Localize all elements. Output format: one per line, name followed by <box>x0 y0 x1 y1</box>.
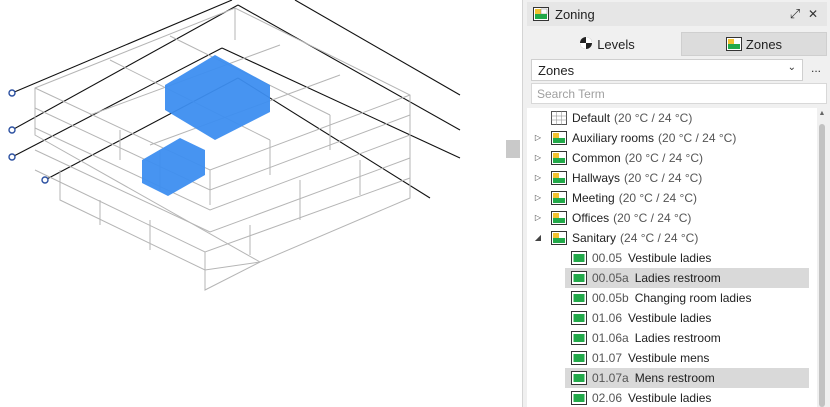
room-name: Ladies restroom <box>634 331 721 345</box>
room-name: Vestibule mens <box>628 351 710 365</box>
tree-group-temperature: (20 °C / 24 °C) <box>624 171 703 185</box>
expand-arrow-icon[interactable]: ▷ <box>533 193 543 203</box>
tree-room-row[interactable]: 00.05b Changing room ladies <box>565 288 809 308</box>
search-input[interactable] <box>531 83 827 104</box>
room-zone-icon <box>571 271 587 285</box>
room-zone-icon <box>571 251 587 265</box>
splitter-handle[interactable] <box>506 140 520 158</box>
tree-group-label: Common <box>572 151 621 165</box>
tree-group-row[interactable]: ▷ Offices (20 °C / 24 °C) <box>527 208 817 228</box>
chevron-down-icon: ⌄ <box>787 62 796 73</box>
default-zone-icon <box>551 111 567 125</box>
tree-group-label: Hallways <box>572 171 621 185</box>
levels-icon <box>579 36 593 53</box>
panel-splitter[interactable] <box>505 0 522 407</box>
tree-group-label: Meeting <box>572 191 615 205</box>
tree-group-row[interactable]: ▷ Meeting (20 °C / 24 °C) <box>527 188 817 208</box>
zones-dropdown[interactable]: Zones ⌄ <box>531 59 803 81</box>
tree-group-temperature: (20 °C / 24 °C) <box>614 111 693 125</box>
tab-levels-label: Levels <box>597 36 635 52</box>
building-model-drawing[interactable] <box>0 0 505 407</box>
scrollbar-thumb[interactable] <box>819 124 825 407</box>
tree-room-row[interactable]: 01.06a Ladies restroom <box>565 328 809 348</box>
highlighted-zone-upper[interactable] <box>165 55 270 140</box>
tree-group-label: Default <box>572 111 611 125</box>
zones-icon <box>725 37 742 51</box>
tree-group-row[interactable]: Default (20 °C / 24 °C) <box>527 108 817 128</box>
close-icon[interactable]: ✕ <box>805 6 821 22</box>
expand-icon[interactable]: ⤢ <box>787 6 803 22</box>
building-wireframe <box>34 7 411 291</box>
room-number: 01.06a <box>592 331 629 345</box>
zoning-panel: Zoning ⤢ ✕ Levels Zones Zones ⌄ ... Defa… <box>522 0 830 407</box>
highlighted-zone-lower[interactable] <box>142 138 205 196</box>
tree-room-row[interactable]: 01.07 Vestibule mens <box>565 348 809 368</box>
tree-group-temperature: (20 °C / 24 °C) <box>618 191 697 205</box>
room-number: 01.06 <box>592 311 623 325</box>
expand-arrow-icon[interactable]: ▷ <box>533 133 543 143</box>
room-number: 00.05a <box>592 271 629 285</box>
room-zone-icon <box>571 331 587 345</box>
room-zone-icon <box>571 291 587 305</box>
tree-group-temperature: (20 °C / 24 °C) <box>613 211 692 225</box>
tree-room-row[interactable]: 01.06 Vestibule ladies <box>565 308 809 328</box>
room-number: 02.06 <box>592 391 623 405</box>
3d-model-viewport[interactable] <box>0 0 505 407</box>
collapse-arrow-icon[interactable]: ◢ <box>533 233 543 243</box>
zone-group-icon <box>551 171 567 185</box>
zones-dropdown-value: Zones <box>538 62 575 78</box>
tree-group-temperature: (20 °C / 24 °C) <box>624 151 703 165</box>
tree-room-row[interactable]: 02.06 Vestibule ladies <box>565 388 809 407</box>
room-number: 00.05 <box>592 251 623 265</box>
zone-group-icon <box>551 211 567 225</box>
tree-group-label: Auxiliary rooms <box>572 131 655 145</box>
room-zone-icon <box>571 351 587 365</box>
zone-group-icon <box>551 151 567 165</box>
tree-group-temperature: (20 °C / 24 °C) <box>658 131 737 145</box>
more-options-button[interactable]: ... <box>806 59 826 81</box>
zoning-icon <box>533 7 549 21</box>
tree-group-row[interactable]: ◢ Sanitary (24 °C / 24 °C) <box>527 228 817 248</box>
section-markers <box>8 89 49 184</box>
tree-group-label: Sanitary <box>572 231 617 245</box>
room-name: Vestibule ladies <box>628 251 712 265</box>
room-name: Changing room ladies <box>634 291 752 305</box>
tree-room-row[interactable]: 01.07a Mens restroom <box>565 368 809 388</box>
tree-room-row[interactable]: 00.05a Ladies restroom <box>565 268 809 288</box>
tab-zones[interactable]: Zones <box>681 32 827 56</box>
panel-title: Zoning <box>555 6 595 22</box>
room-number: 00.05b <box>592 291 629 305</box>
room-zone-icon <box>571 391 587 405</box>
tree-group-row[interactable]: ▷ Common (20 °C / 24 °C) <box>527 148 817 168</box>
room-number: 01.07a <box>592 371 629 385</box>
tree-scrollbar[interactable]: ▲ <box>817 108 827 407</box>
room-number: 01.07 <box>592 351 623 365</box>
tree-group-temperature: (24 °C / 24 °C) <box>620 231 699 245</box>
expand-arrow-icon[interactable]: ▷ <box>533 173 543 183</box>
tab-levels[interactable]: Levels <box>533 32 681 56</box>
zone-group-icon <box>551 191 567 205</box>
zone-group-icon <box>551 131 567 145</box>
room-zone-icon <box>571 311 587 325</box>
panel-header: Zoning ⤢ ✕ <box>527 2 827 26</box>
room-name: Ladies restroom <box>634 271 721 285</box>
room-name: Mens restroom <box>634 371 715 385</box>
tree-group-row[interactable]: ▷ Auxiliary rooms (20 °C / 24 °C) <box>527 128 817 148</box>
scroll-up-icon[interactable]: ▲ <box>818 110 826 118</box>
zone-tree[interactable]: Default (20 °C / 24 °C) ▷ Auxiliary rooms (2… <box>527 108 817 407</box>
tree-group-label: Offices <box>572 211 610 225</box>
tree-room-row[interactable]: 00.05 Vestibule ladies <box>565 248 809 268</box>
zone-group-icon <box>551 231 567 245</box>
room-name: Vestibule ladies <box>628 391 712 405</box>
tree-group-row[interactable]: ▷ Hallways (20 °C / 24 °C) <box>527 168 817 188</box>
expand-arrow-icon[interactable]: ▷ <box>533 213 543 223</box>
expand-arrow-icon[interactable]: ▷ <box>533 153 543 163</box>
tab-zones-label: Zones <box>745 36 783 52</box>
room-zone-icon <box>571 371 587 385</box>
room-name: Vestibule ladies <box>628 311 712 325</box>
